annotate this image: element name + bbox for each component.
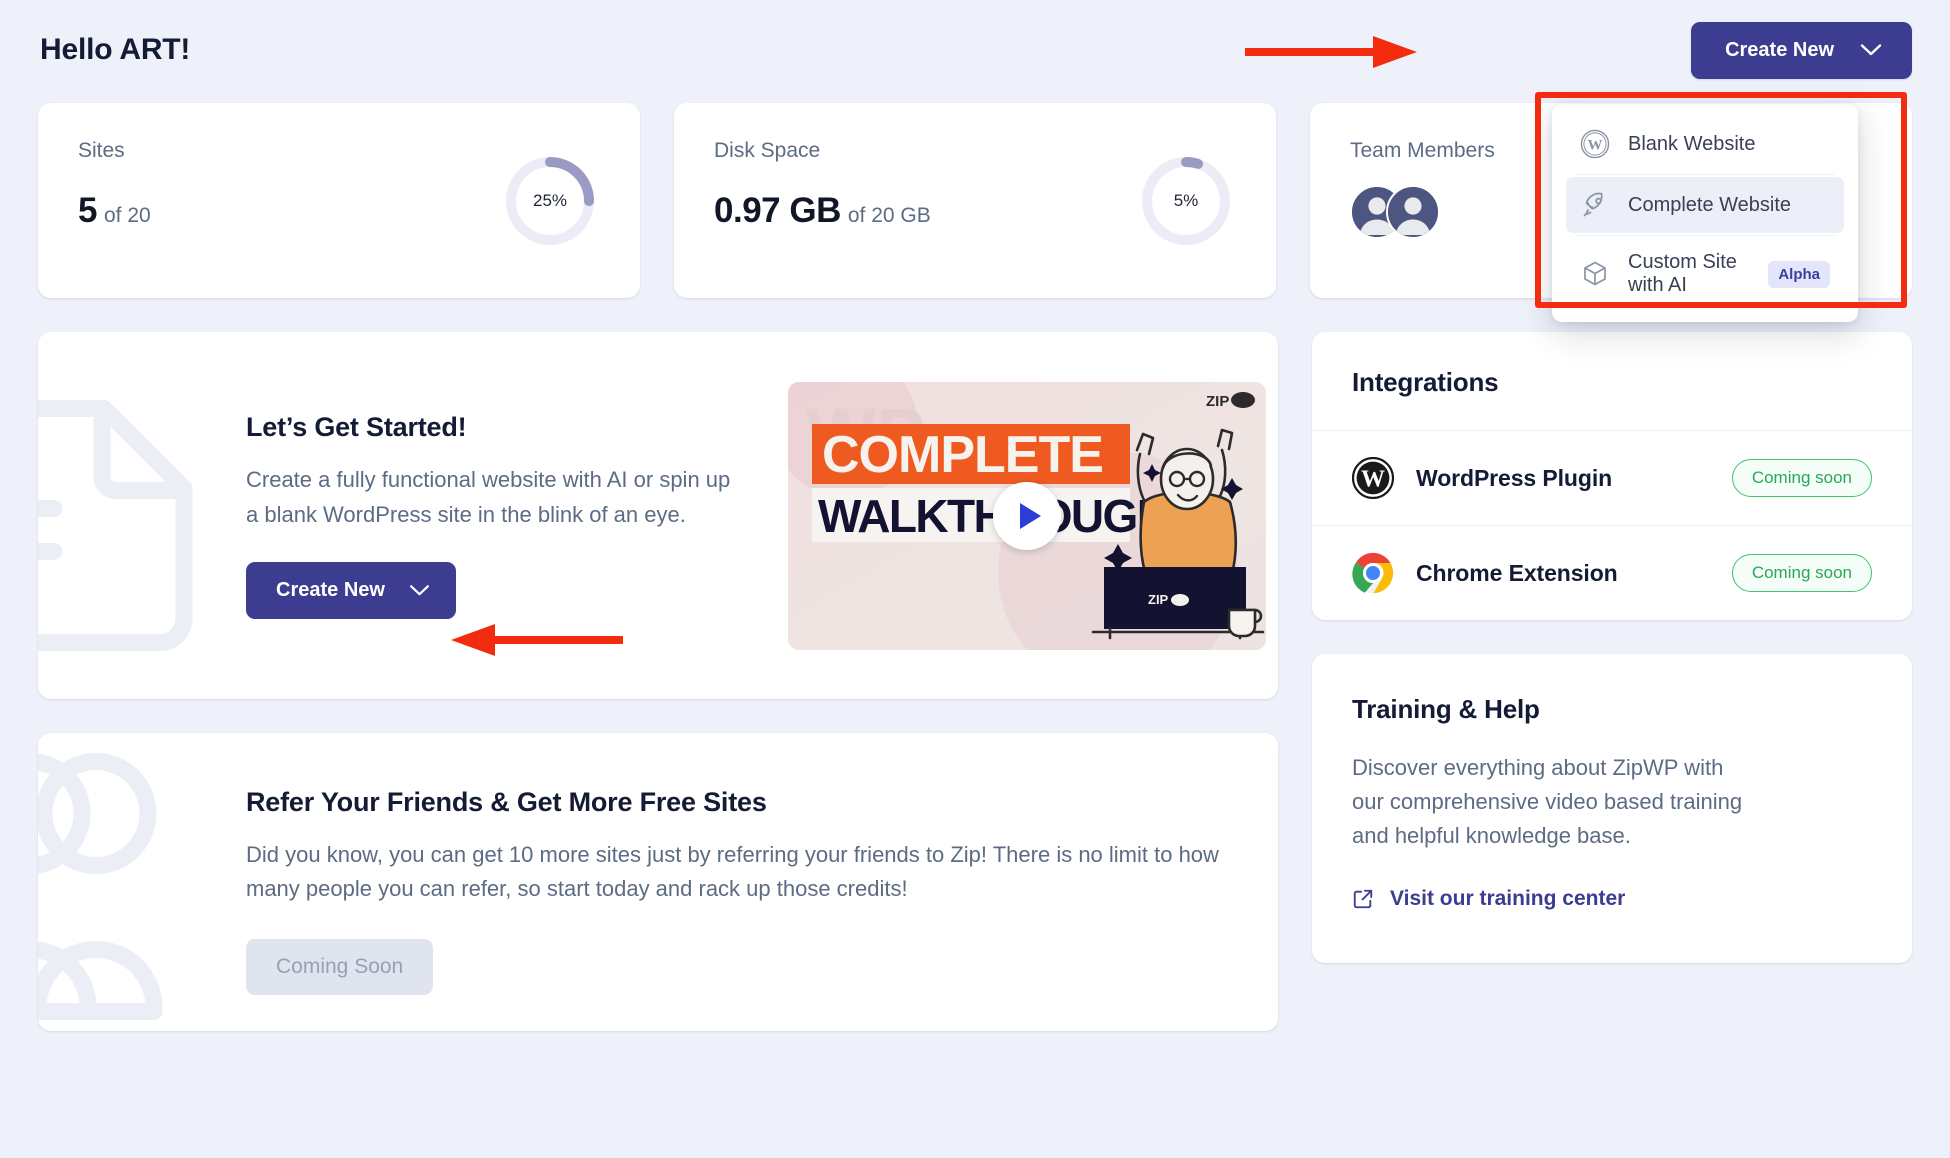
- wordpress-icon: W: [1352, 457, 1394, 499]
- svg-text:ZIP: ZIP: [1206, 393, 1229, 410]
- page-header: Hello ART! Create New: [38, 0, 1912, 100]
- stat-suffix-sites: of 20: [103, 204, 151, 227]
- donut-chart-disk-space: 5%: [1138, 153, 1234, 249]
- training-help-card: Training & Help Discover everything abou…: [1312, 654, 1912, 964]
- training-body: Discover everything about ZipWP with our…: [1352, 755, 1743, 849]
- integration-row-wordpress[interactable]: W WordPress Plugin Coming soon: [1312, 430, 1912, 525]
- svg-text:W: W: [1588, 138, 1603, 154]
- external-link-icon: [1352, 888, 1374, 910]
- training-center-link[interactable]: Visit our training center: [1352, 887, 1625, 911]
- document-watermark-icon: [38, 368, 234, 663]
- refer-coming-soon-button: Coming Soon: [246, 938, 434, 995]
- svg-text:W: W: [1361, 467, 1385, 493]
- stat-label-team-members: Team Members: [1350, 139, 1495, 162]
- left-column: Let’s Get Started! Create a fully functi…: [38, 332, 1278, 1031]
- menu-item-label: Custom Site with AI: [1628, 251, 1737, 296]
- people-watermark-icon: [38, 735, 218, 1031]
- cube-icon: [1580, 259, 1610, 289]
- stat-suffix-disk-space: of 20 GB: [847, 204, 931, 227]
- get-started-text: Let’s Get Started! Create a fully functi…: [246, 412, 736, 620]
- integrations-card: Integrations W WordPress Plugin Coming s…: [1312, 332, 1912, 620]
- integration-row-chrome[interactable]: Chrome Extension Coming soon: [1312, 525, 1912, 620]
- menu-separator: [1576, 174, 1834, 175]
- create-new-button-card[interactable]: Create New: [246, 562, 456, 620]
- create-new-dropdown-menu[interactable]: W Blank Website Complete Website Custom …: [1552, 104, 1858, 322]
- create-new-button-label: Create New: [1725, 38, 1834, 61]
- donut-chart-sites: 25%: [502, 153, 598, 249]
- integration-name: Chrome Extension: [1416, 559, 1618, 586]
- menu-item-label: Blank Website: [1628, 132, 1756, 155]
- get-started-body: Create a fully functional website with A…: [246, 466, 731, 527]
- wordpress-icon: W: [1580, 129, 1610, 159]
- chrome-icon: [1352, 552, 1394, 594]
- right-column: Integrations W WordPress Plugin Coming s…: [1312, 332, 1912, 964]
- refer-friends-card: Refer Your Friends & Get More Free Sites…: [38, 733, 1278, 1031]
- integration-left: W WordPress Plugin: [1352, 457, 1612, 499]
- training-center-link-label: Visit our training center: [1390, 887, 1626, 911]
- page-title: Hello ART!: [40, 33, 191, 66]
- status-badge: Coming soon: [1731, 554, 1872, 592]
- menu-item-blank-website[interactable]: W Blank Website: [1566, 116, 1844, 172]
- svg-text:ZIP: ZIP: [1148, 592, 1169, 607]
- stat-value-sites: 5 of 20: [78, 191, 151, 231]
- chevron-down-icon: [1860, 43, 1882, 57]
- svg-text:COMPLETE: COMPLETE: [822, 426, 1103, 484]
- dashboard-page: Hello ART! Create New Sites 5 of 20 25% …: [0, 0, 1950, 1158]
- create-new-button-card-label: Create New: [276, 579, 385, 602]
- donut-percent-sites: 25%: [532, 191, 568, 210]
- menu-item-custom-site-with-ai[interactable]: Custom Site with AI Alpha: [1566, 238, 1844, 310]
- rocket-icon: [1580, 190, 1610, 220]
- play-icon: [1019, 502, 1041, 529]
- stat-number-disk-space: 0.97 GB: [714, 191, 841, 230]
- stat-label-disk-space: Disk Space: [714, 139, 821, 162]
- stat-card-sites: Sites 5 of 20 25%: [38, 103, 640, 298]
- training-title: Training & Help: [1352, 694, 1540, 724]
- play-button[interactable]: [993, 481, 1061, 550]
- stat-card-disk-space: Disk Space 0.97 GB of 20 GB 5%: [674, 103, 1276, 298]
- menu-item-complete-website[interactable]: Complete Website: [1566, 177, 1844, 233]
- stat-number-sites: 5: [78, 191, 97, 230]
- alpha-badge: Alpha: [1768, 260, 1830, 288]
- get-started-title: Let’s Get Started!: [246, 411, 467, 442]
- integration-left: Chrome Extension: [1352, 552, 1618, 594]
- refer-title: Refer Your Friends & Get More Free Sites: [246, 787, 767, 817]
- status-badge: Coming soon: [1731, 459, 1872, 497]
- chevron-down-icon: [409, 584, 430, 597]
- get-started-card: Let’s Get Started! Create a fully functi…: [38, 332, 1278, 699]
- stat-label-sites: Sites: [78, 139, 125, 162]
- refer-body: Did you know, you can get 10 more sites …: [246, 842, 1219, 902]
- create-new-button-header[interactable]: Create New: [1691, 21, 1912, 79]
- walkthrough-video-thumbnail[interactable]: WP COMPLETE WALKTHROUGH ZIP: [788, 381, 1266, 650]
- menu-separator: [1576, 235, 1834, 236]
- donut-percent-disk-space: 5%: [1173, 191, 1199, 210]
- main-grid: Let’s Get Started! Create a fully functi…: [38, 332, 1912, 1031]
- integrations-header: Integrations: [1312, 332, 1912, 430]
- integration-name: WordPress Plugin: [1416, 464, 1613, 491]
- avatar: [1386, 185, 1440, 239]
- integrations-title: Integrations: [1352, 367, 1499, 397]
- stat-value-disk-space: 0.97 GB of 20 GB: [714, 191, 931, 231]
- team-avatars: [1350, 185, 1495, 239]
- menu-item-label: Complete Website: [1628, 193, 1792, 216]
